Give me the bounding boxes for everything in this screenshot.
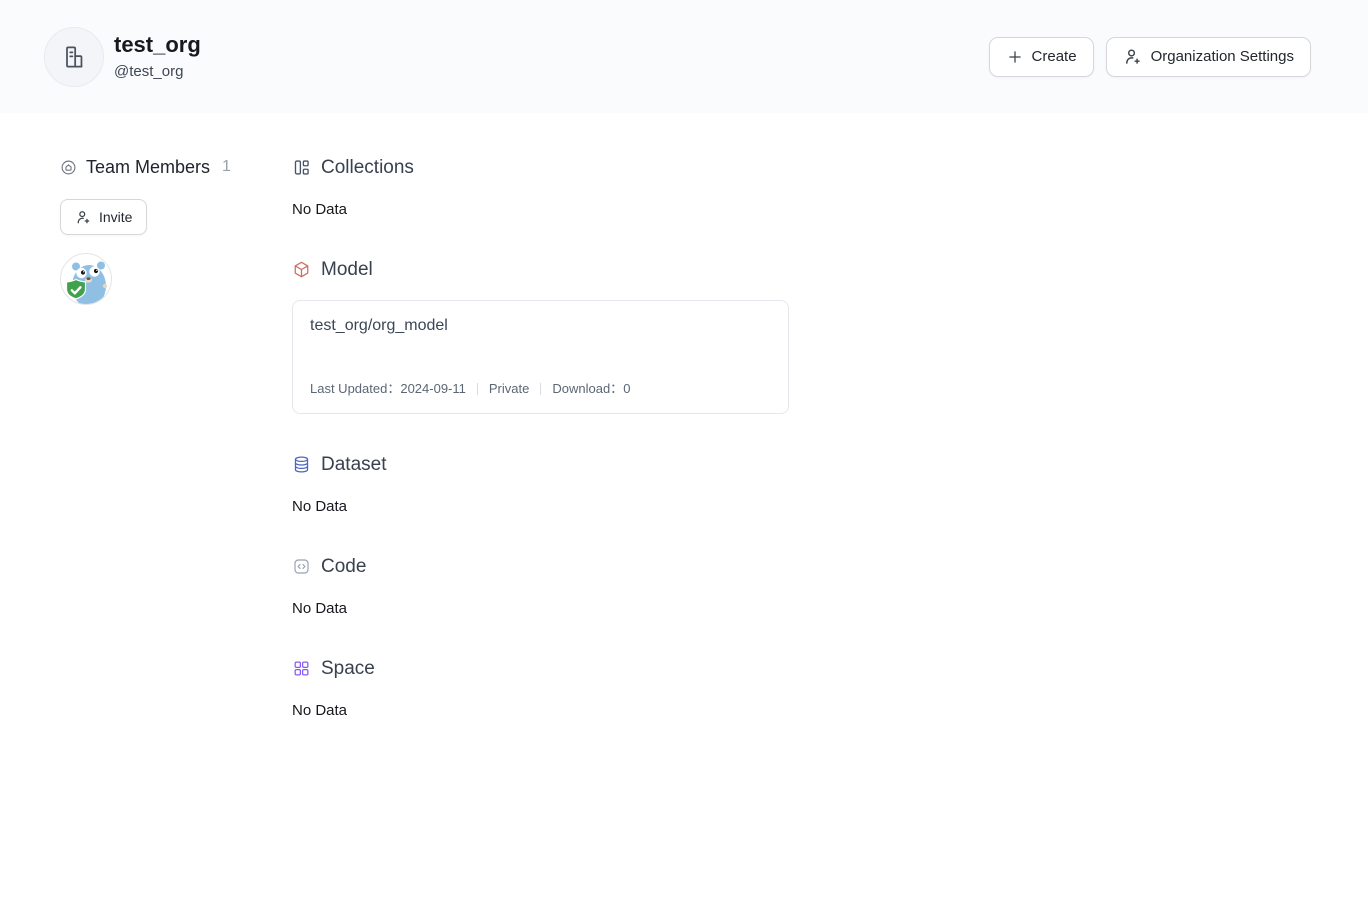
team-members-heading: Team Members 1 [60,156,292,178]
collections-heading: Collections [292,156,1328,179]
section-code: Code No Data [292,555,1328,618]
org-handle: @test_org [114,63,201,81]
dataset-title: Dataset [321,453,386,476]
organization-settings-button[interactable]: Organization Settings [1106,37,1311,77]
space-empty-text: No Data [292,702,1328,720]
section-model: Model test_org/org_model Last Updated： 2… [292,258,1328,414]
visibility-badge: Private [489,381,529,397]
database-icon [292,455,311,474]
org-header: test_org @test_org Create [0,0,1368,113]
user-plus-icon [75,209,92,226]
model-title: Model [321,258,373,281]
last-updated: Last Updated： 2024-09-11 [310,381,466,397]
downloads-label: Download： [552,381,623,397]
home-circle-icon [60,159,77,176]
code-title: Code [321,555,366,578]
org-profile-page: test_org @test_org Create [0,0,1368,920]
header-actions: Create Organization Settings [989,37,1311,77]
org-title-block: test_org @test_org [114,32,201,81]
user-plus-icon [1123,47,1143,67]
plus-icon [1006,48,1024,66]
downloads-count: 0 [623,381,630,397]
organization-settings-label: Organization Settings [1151,48,1294,65]
members-row [60,253,292,305]
collections-icon [292,158,311,177]
section-space: Space No Data [292,657,1328,720]
last-updated-label: Last Updated： [310,381,400,397]
space-heading: Space [292,657,1328,680]
invite-button-label: Invite [99,209,132,225]
gopher-shield-avatar [60,253,112,305]
dataset-empty-text: No Data [292,498,1328,516]
model-card[interactable]: test_org/org_model Last Updated： 2024-09… [292,300,789,414]
section-dataset: Dataset No Data [292,453,1328,516]
dataset-heading: Dataset [292,453,1328,476]
divider [477,383,478,395]
code-brackets-icon [292,557,311,576]
create-button[interactable]: Create [989,37,1094,77]
downloads: Download： 0 [552,381,630,397]
model-heading: Model [292,258,1328,281]
team-members-count: 1 [222,156,231,178]
space-title: Space [321,657,375,680]
member-avatar[interactable] [60,253,112,305]
team-members-label: Team Members [86,156,210,178]
main-content: Collections No Data Model [292,156,1328,759]
grid-icon [292,659,311,678]
collections-empty-text: No Data [292,201,1328,219]
model-card-meta: Last Updated： 2024-09-11 Private Downloa… [310,381,771,397]
code-heading: Code [292,555,1328,578]
org-avatar [44,27,104,87]
create-button-label: Create [1032,48,1077,65]
divider [540,383,541,395]
code-empty-text: No Data [292,600,1328,618]
section-collections: Collections No Data [292,156,1328,219]
last-updated-value: 2024-09-11 [400,381,466,397]
org-name: test_org [114,32,201,58]
content-area: Team Members 1 Invite [0,113,1368,759]
collections-title: Collections [321,156,414,179]
building-icon [60,43,88,71]
sidebar: Team Members 1 Invite [60,156,292,305]
model-card-title: test_org/org_model [310,316,771,336]
cube-icon [292,260,311,279]
invite-button[interactable]: Invite [60,199,147,235]
